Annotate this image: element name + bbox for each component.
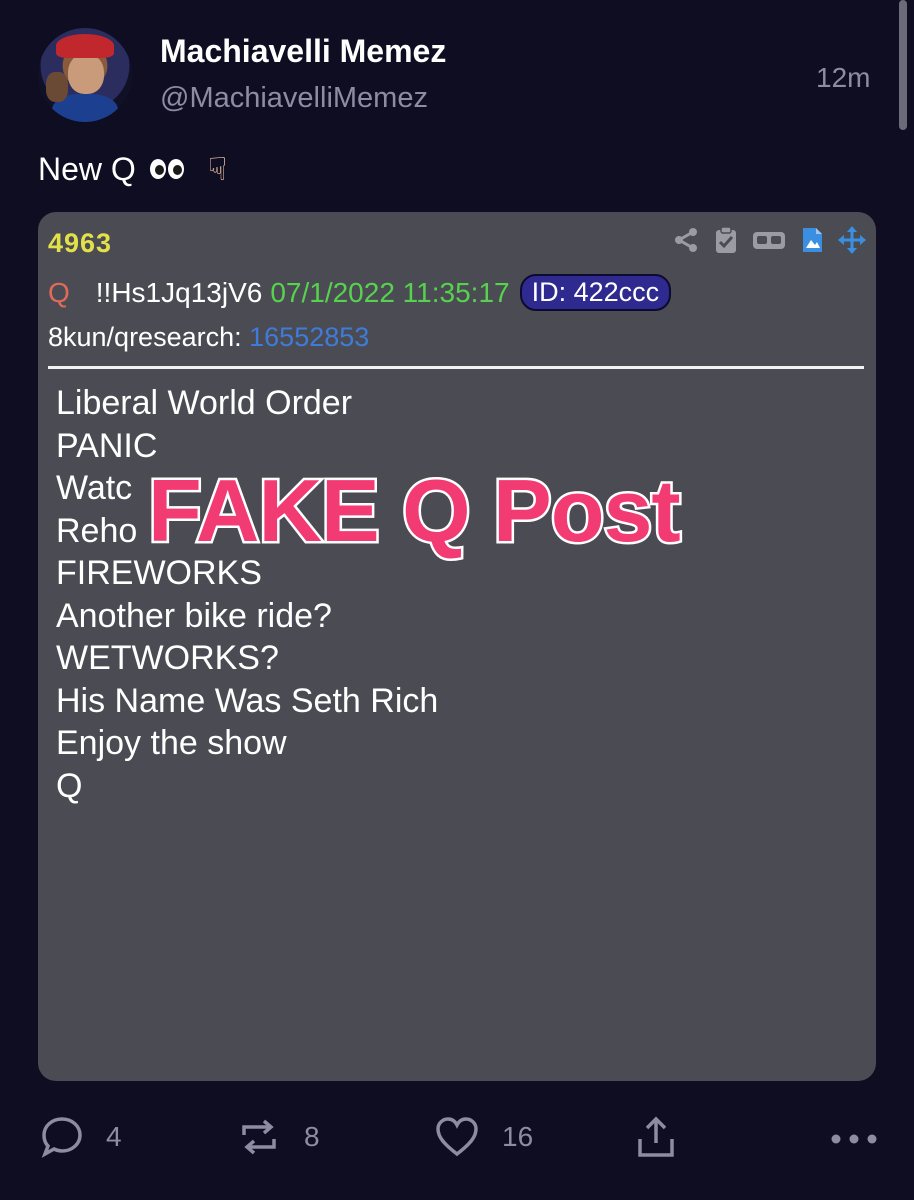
post-number: 4963 xyxy=(48,228,113,258)
divider xyxy=(48,366,864,369)
eyes-emoji-icon xyxy=(149,159,184,179)
action-bar: 4 8 16 xyxy=(0,1115,914,1175)
embedded-post-image[interactable]: 4963 Q !!Hs1Jq13jV6 07/1/2022 11:35:17 I… xyxy=(38,212,876,1081)
avatar-hat xyxy=(56,34,114,58)
reply-icon xyxy=(41,1117,82,1158)
avatar-face xyxy=(68,54,104,94)
post-toolbar xyxy=(672,226,866,254)
vr-goggles-icon xyxy=(753,232,785,249)
poster-name: Q xyxy=(48,276,70,308)
like-button[interactable]: 16 xyxy=(434,1115,533,1159)
post-line: Enjoy the show xyxy=(56,724,287,762)
reply-button[interactable]: 4 xyxy=(40,1115,122,1159)
move-arrows-icon xyxy=(838,226,866,254)
post-body: Liberal World Order PANIC Watc Reho FIRE… xyxy=(56,382,438,807)
image-file-icon xyxy=(803,228,822,252)
post-meta: Q !!Hs1Jq13jV6 07/1/2022 11:35:17 ID: 42… xyxy=(48,274,672,311)
post-line: Liberal World Order xyxy=(56,384,353,422)
more-dots-icon xyxy=(831,1134,877,1144)
post-line: Another bike ride? xyxy=(56,596,332,635)
like-count: 16 xyxy=(502,1121,534,1152)
share-icon xyxy=(675,228,697,252)
reply-count: 4 xyxy=(106,1121,122,1152)
heart-icon xyxy=(436,1117,478,1157)
repost-count: 8 xyxy=(304,1121,320,1152)
board-post-link: 16552853 xyxy=(249,322,370,352)
poster-id-badge: ID: 422ccc xyxy=(519,274,672,311)
board-reference: 8kun/qresearch: 16552853 xyxy=(48,322,369,353)
author-handle[interactable]: @MachiavelliMemez xyxy=(160,82,428,115)
tripcode: !!Hs1Jq13jV6 xyxy=(95,276,263,308)
avatar-hand xyxy=(46,72,68,102)
post-line: WETWORKS? xyxy=(56,639,279,677)
pointing-down-emoji-icon: ☟ xyxy=(207,151,228,187)
board-name: 8kun/qresearch: xyxy=(48,322,242,352)
fake-post-overlay-label: FAKE Q Post xyxy=(146,459,684,563)
avatar[interactable] xyxy=(38,28,132,122)
share-upload-icon xyxy=(638,1116,674,1157)
post-line: His Name Was Seth Rich xyxy=(56,681,439,720)
tweet-text: New Q ☟ xyxy=(38,150,227,188)
post-datetime: 07/1/2022 11:35:17 xyxy=(270,276,510,308)
repost-icon xyxy=(242,1119,276,1155)
post-line: Q xyxy=(56,766,83,805)
scrollbar[interactable] xyxy=(899,0,907,130)
share-button[interactable] xyxy=(636,1115,676,1159)
post-timestamp[interactable]: 12m xyxy=(816,62,870,94)
more-options-button[interactable] xyxy=(830,1115,878,1159)
tweet-text-label: New Q xyxy=(38,150,136,187)
author-display-name[interactable]: Machiavelli Memez xyxy=(160,33,446,70)
clipboard-check-icon xyxy=(716,226,736,253)
repost-button[interactable]: 8 xyxy=(236,1115,320,1159)
